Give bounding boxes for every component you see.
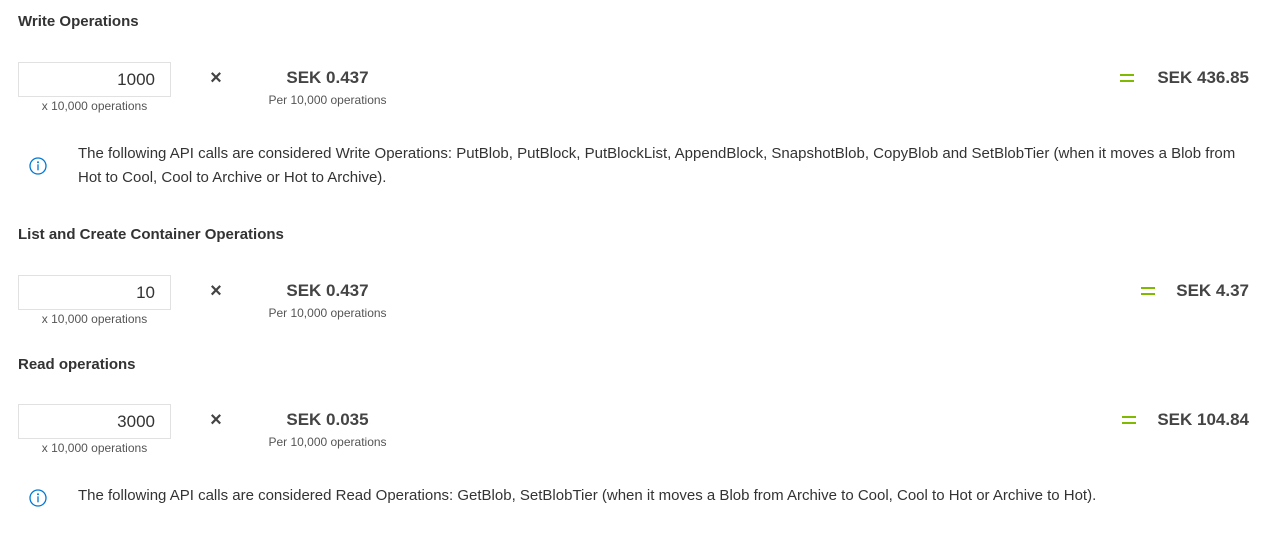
list-create-quantity-input[interactable]: [19, 276, 170, 309]
write-quantity-field[interactable]: [18, 62, 171, 97]
read-operations-title: Read operations: [18, 356, 136, 373]
write-quantity-unit: x 10,000 operations: [41, 99, 148, 113]
read-total: SEK 104.84: [1157, 410, 1249, 429]
read-quantity-field[interactable]: [18, 404, 171, 439]
info-icon: [29, 157, 47, 175]
list-create-price: SEK 0.437: [286, 281, 369, 300]
times-icon: ×: [210, 409, 222, 431]
times-icon: ×: [210, 67, 222, 89]
write-price: SEK 0.437: [286, 68, 369, 87]
write-price-unit: Per 10,000 operations: [268, 93, 387, 107]
list-create-total: SEK 4.37: [1176, 281, 1249, 300]
list-create-price-unit: Per 10,000 operations: [268, 306, 387, 320]
write-operations-title: Write Operations: [18, 13, 139, 30]
read-quantity-input[interactable]: [19, 405, 170, 438]
read-quantity-unit: x 10,000 operations: [41, 441, 148, 455]
equals-icon: [1120, 74, 1134, 82]
list-create-operations-title: List and Create Container Operations: [18, 226, 284, 243]
info-icon: [29, 489, 47, 507]
list-create-quantity-unit: x 10,000 operations: [41, 312, 148, 326]
times-icon: ×: [210, 280, 222, 302]
equals-icon: [1141, 287, 1155, 295]
write-quantity-input[interactable]: [19, 63, 170, 96]
read-price-unit: Per 10,000 operations: [268, 435, 387, 449]
read-operations-note: The following API calls are considered R…: [78, 487, 1097, 504]
list-create-quantity-field[interactable]: [18, 275, 171, 310]
write-operations-note: The following API calls are considered W…: [78, 145, 1236, 186]
equals-icon: [1122, 416, 1136, 424]
write-total: SEK 436.85: [1157, 68, 1249, 87]
read-price: SEK 0.035: [286, 410, 369, 429]
